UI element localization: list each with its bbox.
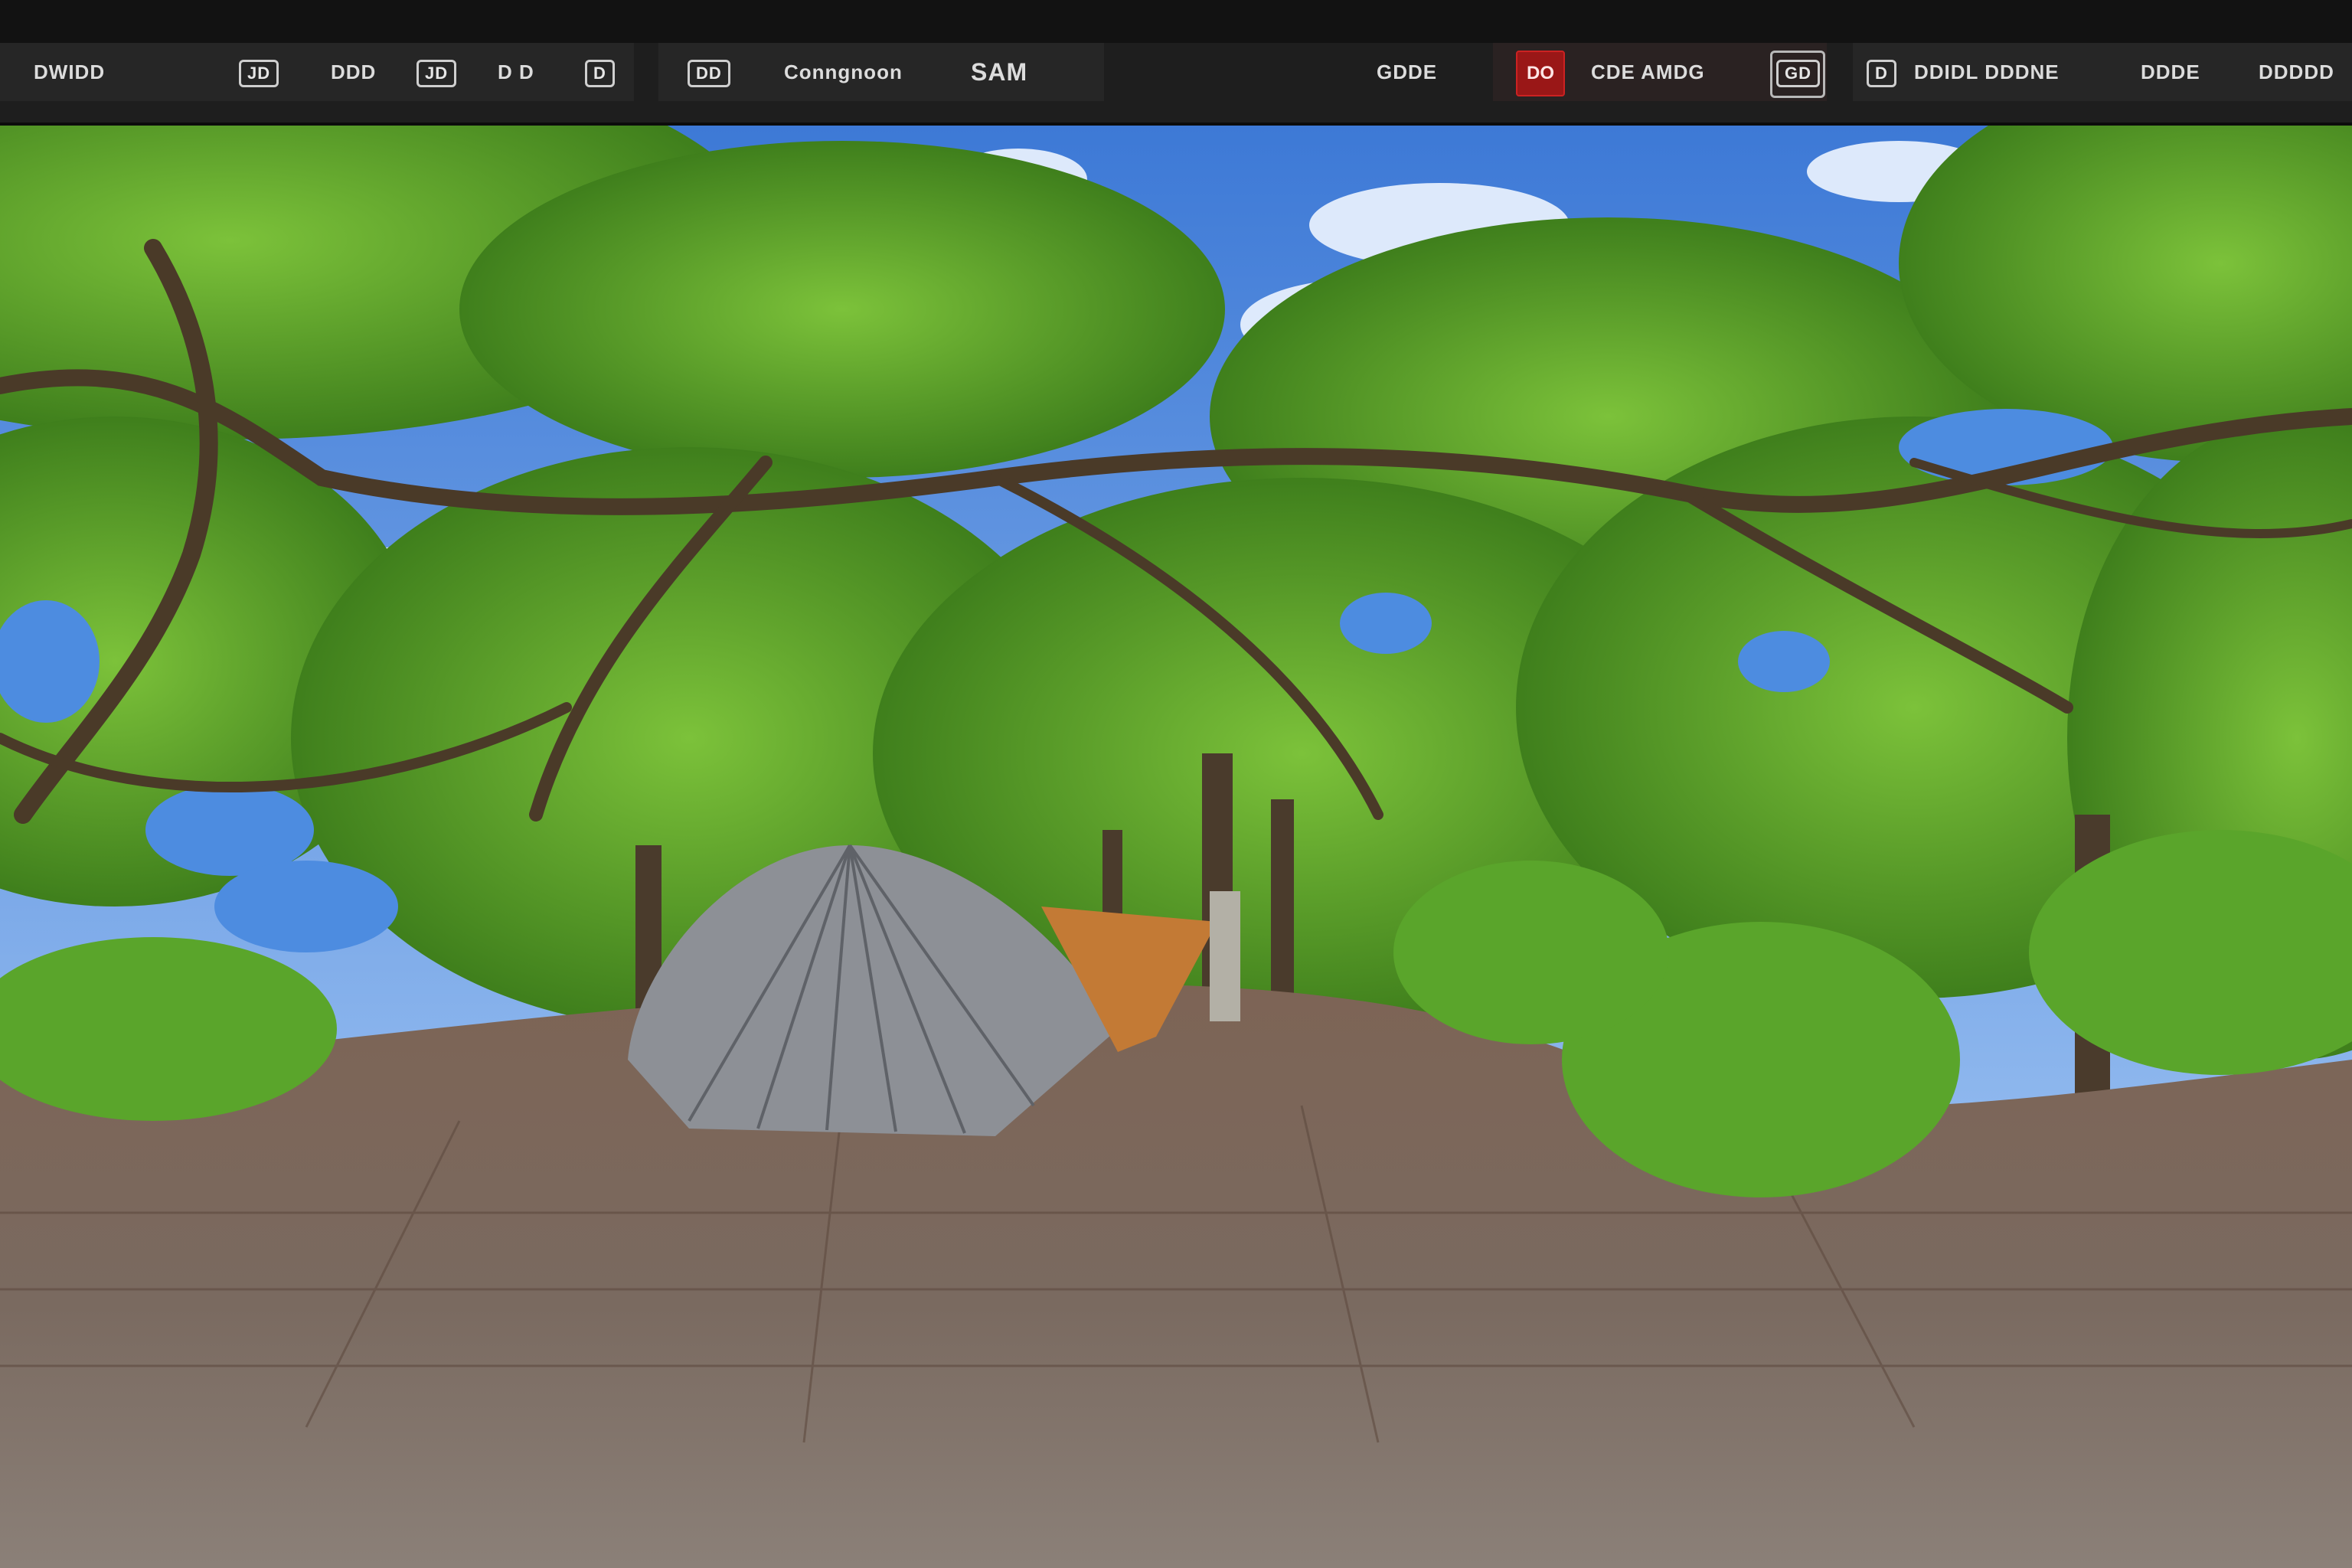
record-button[interactable]: DO	[1516, 51, 1565, 96]
tool-button-c[interactable]: JD	[416, 43, 457, 101]
tool-button-d[interactable]: D D	[498, 43, 534, 101]
filter-label[interactable]: CDE AMDG	[1591, 43, 1705, 101]
tool-button-b[interactable]: DDD	[331, 43, 376, 101]
tool-button-h[interactable]: DDDE	[2141, 43, 2200, 101]
viewer-toolbar: DWIDD JD DDD JD D D D DD Conngnoon SAM G…	[0, 43, 2352, 126]
window-top-strip	[0, 0, 2352, 43]
tool-button-g[interactable]: GDDE	[1377, 43, 1437, 101]
tool-button-e[interactable]: D	[585, 43, 615, 101]
toolbar-title-label: DWIDD	[34, 60, 106, 83]
tool-button-a[interactable]: JD	[239, 43, 279, 101]
panorama-image	[0, 126, 2352, 1568]
view-icon[interactable]: D	[1867, 43, 1896, 101]
toolbar-right-label: DDDDD	[2259, 60, 2334, 83]
panorama-viewport[interactable]	[0, 126, 2352, 1568]
mode-value-button[interactable]: SAM	[971, 43, 1027, 101]
filter-badge[interactable]: GD	[1776, 43, 1820, 101]
mode-label: Conngnoon	[784, 60, 903, 83]
tool-button-f[interactable]: DD	[688, 43, 730, 101]
view-mode-label[interactable]: DDIDL DDDNE	[1914, 43, 2060, 101]
